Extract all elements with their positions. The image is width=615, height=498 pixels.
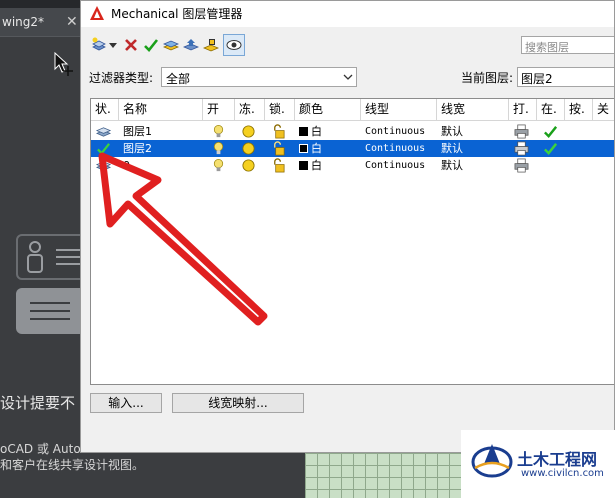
set-current-icon[interactable] [141, 34, 161, 56]
color-label: 白 [311, 159, 322, 172]
annotation-arrow [98, 152, 268, 326]
printer-icon[interactable] [514, 158, 529, 173]
layer-color[interactable]: 白 [299, 157, 322, 174]
layer-lineweight[interactable]: 默认 [441, 157, 463, 174]
lineweight-map-button[interactable]: 线宽映射... [172, 393, 304, 413]
column-linetype[interactable]: 线型 [361, 99, 437, 120]
isolate-icon[interactable] [201, 34, 221, 56]
layer-lineweight[interactable]: 默认 [441, 123, 463, 140]
column-lock[interactable]: 锁. [265, 99, 295, 120]
background-text: 和客户在线共享设计视图。 [0, 458, 145, 472]
globe-logo-icon [471, 444, 513, 478]
printer-icon[interactable] [514, 141, 529, 156]
watermark: 土木工程网 www.civilcn.com [461, 430, 615, 498]
lock-icon[interactable] [271, 124, 286, 139]
search-input[interactable]: 搜索图层 [521, 36, 614, 54]
check-icon [544, 143, 558, 156]
current-layer-label: 当前图层: [461, 71, 514, 85]
layer-linetype[interactable]: Continuous [365, 140, 425, 157]
color-label: 白 [311, 142, 322, 155]
close-icon[interactable]: ✕ [66, 8, 78, 36]
list-lines-icon [56, 249, 82, 265]
check-icon [544, 126, 558, 139]
dialog-titlebar[interactable]: Mechanical 图层管理器 [81, 1, 614, 27]
column-lineweight[interactable]: 线宽 [437, 99, 509, 120]
color-swatch [299, 161, 308, 170]
column-by[interactable]: 按. [565, 99, 593, 120]
table-row[interactable]: 图层1 白 Continuous 默认 [91, 123, 614, 140]
drawing-tab-label: wing2* [2, 15, 45, 29]
layer-walk-icon[interactable] [181, 34, 201, 56]
view-icon[interactable] [223, 34, 245, 56]
background-text: oCAD 或 AutoC [0, 442, 90, 456]
sun-icon[interactable] [241, 124, 256, 139]
watermark-title: 土木工程网 [517, 450, 598, 469]
column-name[interactable]: 名称 [119, 99, 203, 120]
layer-lineweight[interactable]: 默认 [441, 140, 463, 157]
background-heading: 设计提要不 [0, 394, 76, 412]
layer-toolbar [89, 34, 329, 58]
layer-color[interactable]: 白 [299, 140, 322, 157]
layer-stack-icon [96, 127, 111, 137]
person-icon [27, 241, 43, 273]
filter-value: 全部 [166, 72, 191, 86]
delete-icon[interactable] [121, 34, 141, 56]
watermark-url: www.civilcn.com [521, 468, 604, 479]
table-header: 状. 名称 开 冻. 锁. 颜色 线型 线宽 打. 在. 按. 关 [91, 99, 614, 121]
layer-color[interactable]: 白 [299, 123, 322, 140]
column-on[interactable]: 开 [203, 99, 235, 120]
filter-select[interactable]: 全部 [161, 67, 357, 87]
filter-label: 过滤器类型: [89, 71, 154, 85]
dropdown-icon[interactable] [107, 34, 119, 56]
autocad-logo-icon [90, 6, 104, 20]
drawing-tab[interactable]: wing2* ✕ [0, 8, 80, 36]
background-divider [0, 36, 84, 37]
lightbulb-icon[interactable] [211, 124, 226, 139]
color-swatch [299, 127, 308, 136]
color-swatch [299, 144, 308, 153]
layer-linetype[interactable]: Continuous [365, 123, 425, 140]
chevron-down-icon [343, 74, 353, 80]
dialog-title: Mechanical 图层管理器 [111, 7, 243, 21]
column-freeze[interactable]: 冻. [235, 99, 265, 120]
column-in-use[interactable]: 在. [537, 99, 565, 120]
layer-name: 图层1 [123, 125, 152, 138]
layer-state-icon[interactable] [161, 34, 181, 56]
column-status[interactable]: 状. [91, 99, 119, 120]
new-layer-icon[interactable] [89, 34, 109, 56]
color-label: 白 [311, 125, 322, 138]
cursor-icon [54, 52, 73, 76]
document-lines-icon [30, 302, 70, 320]
column-color[interactable]: 颜色 [295, 99, 361, 120]
column-plot[interactable]: 打. [509, 99, 537, 120]
printer-icon[interactable] [514, 124, 529, 139]
layer-linetype[interactable]: Continuous [365, 157, 425, 174]
column-off[interactable]: 关 [593, 99, 614, 120]
current-layer-field: 图层2 [517, 67, 614, 87]
import-button[interactable]: 输入... [90, 393, 162, 413]
